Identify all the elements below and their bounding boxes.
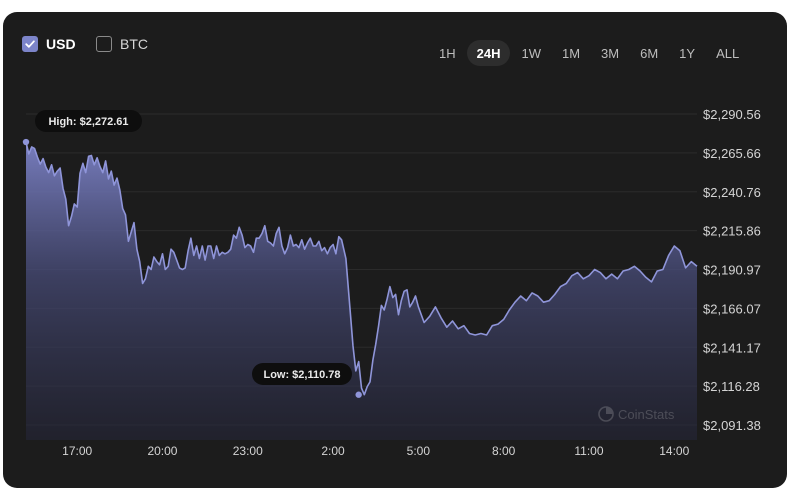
y-tick-label: $2,166.07	[703, 301, 761, 316]
low-label: Low: $2,110.78	[263, 369, 340, 381]
low-point	[355, 391, 362, 398]
x-tick-label: 20:00	[147, 444, 177, 458]
x-tick-label: 23:00	[233, 444, 263, 458]
price-chart: $2,290.56 $2,265.66 $2,240.76 $2,215.86 $2,1…	[22, 107, 761, 458]
x-axis: 17:00 20:00 23:00 2:00 5:00 8:00 11:00 14:00	[62, 444, 689, 458]
y-tick-label: $2,116.28	[703, 379, 760, 394]
x-tick-label: 8:00	[492, 444, 516, 458]
y-tick-label: $2,190.97	[703, 263, 761, 278]
x-tick-label: 14:00	[659, 444, 689, 458]
high-label: High: $2,272.61	[48, 116, 128, 128]
x-tick-label: 5:00	[407, 444, 431, 458]
y-tick-label: $2,265.66	[703, 146, 761, 161]
y-tick-label: $2,290.56	[703, 107, 761, 122]
x-tick-label: 2:00	[321, 444, 345, 458]
x-tick-label: 17:00	[62, 444, 92, 458]
y-tick-label: $2,141.17	[703, 340, 761, 355]
y-tick-label: $2,215.86	[703, 224, 761, 239]
y-axis: $2,290.56 $2,265.66 $2,240.76 $2,215.86 $2,1…	[703, 107, 761, 433]
y-tick-label: $2,091.38	[703, 418, 761, 433]
high-point	[22, 138, 30, 146]
watermark-text: CoinStats	[618, 407, 675, 422]
y-tick-label: $2,240.76	[703, 185, 761, 200]
x-tick-label: 11:00	[574, 444, 603, 458]
